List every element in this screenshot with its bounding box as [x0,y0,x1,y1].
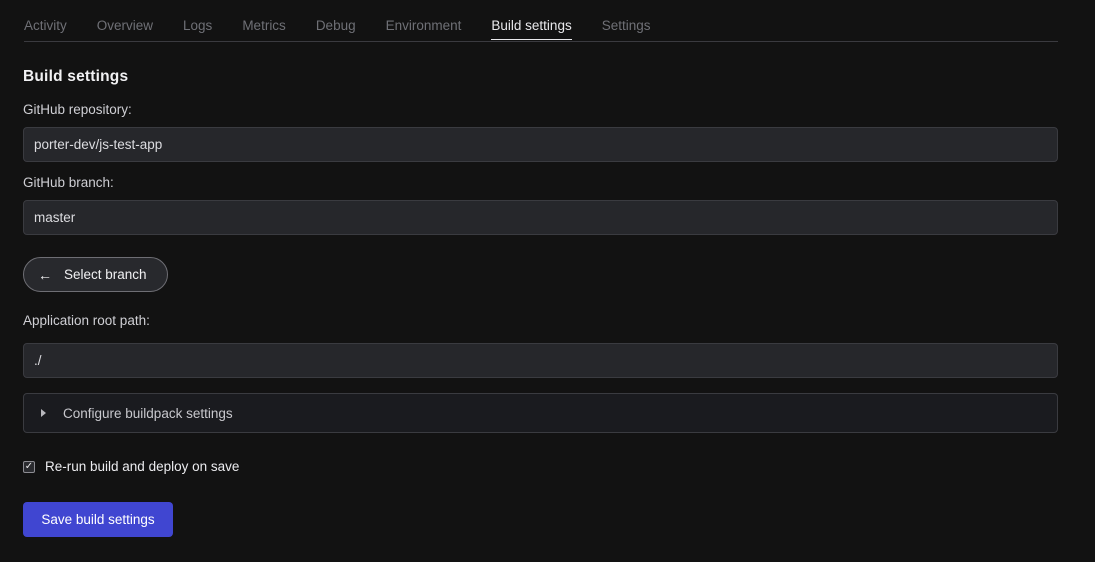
tab-logs[interactable]: Logs [183,19,212,39]
root-path-label: Application root path: [23,313,150,328]
branch-label: GitHub branch: [23,175,114,190]
tab-settings[interactable]: Settings [602,19,651,39]
branch-field-wrapper [23,200,1058,235]
tab-bar: Activity Overview Logs Metrics Debug Env… [24,0,1058,42]
tab-build-settings[interactable]: Build settings [491,19,572,40]
repo-field-wrapper [23,127,1058,162]
rerun-label: Re-run build and deploy on save [45,459,240,474]
select-branch-label: Select branch [64,267,147,282]
root-path-input[interactable] [34,353,1057,368]
root-path-field-wrapper [23,343,1058,378]
rerun-checkbox-row[interactable]: ✓ Re-run build and deploy on save [23,459,239,474]
arrow-left-icon: ← [38,266,52,283]
tab-environment[interactable]: Environment [386,19,462,39]
caret-right-icon [41,409,46,417]
buildpack-settings-toggle[interactable]: Configure buildpack settings [23,393,1058,433]
tab-activity[interactable]: Activity [24,19,67,39]
select-branch-button[interactable]: ← Select branch [23,257,168,292]
save-build-settings-button[interactable]: Save build settings [23,502,173,537]
repo-input[interactable] [34,137,1057,152]
buildpack-settings-label: Configure buildpack settings [63,405,233,421]
rerun-checkbox[interactable]: ✓ [23,460,35,473]
tab-metrics[interactable]: Metrics [242,19,286,39]
tab-overview[interactable]: Overview [97,19,153,39]
repo-label: GitHub repository: [23,102,132,117]
build-settings-page: Activity Overview Logs Metrics Debug Env… [0,0,1095,562]
branch-input[interactable] [34,210,1057,225]
tab-debug[interactable]: Debug [316,19,356,39]
page-title: Build settings [23,68,129,85]
